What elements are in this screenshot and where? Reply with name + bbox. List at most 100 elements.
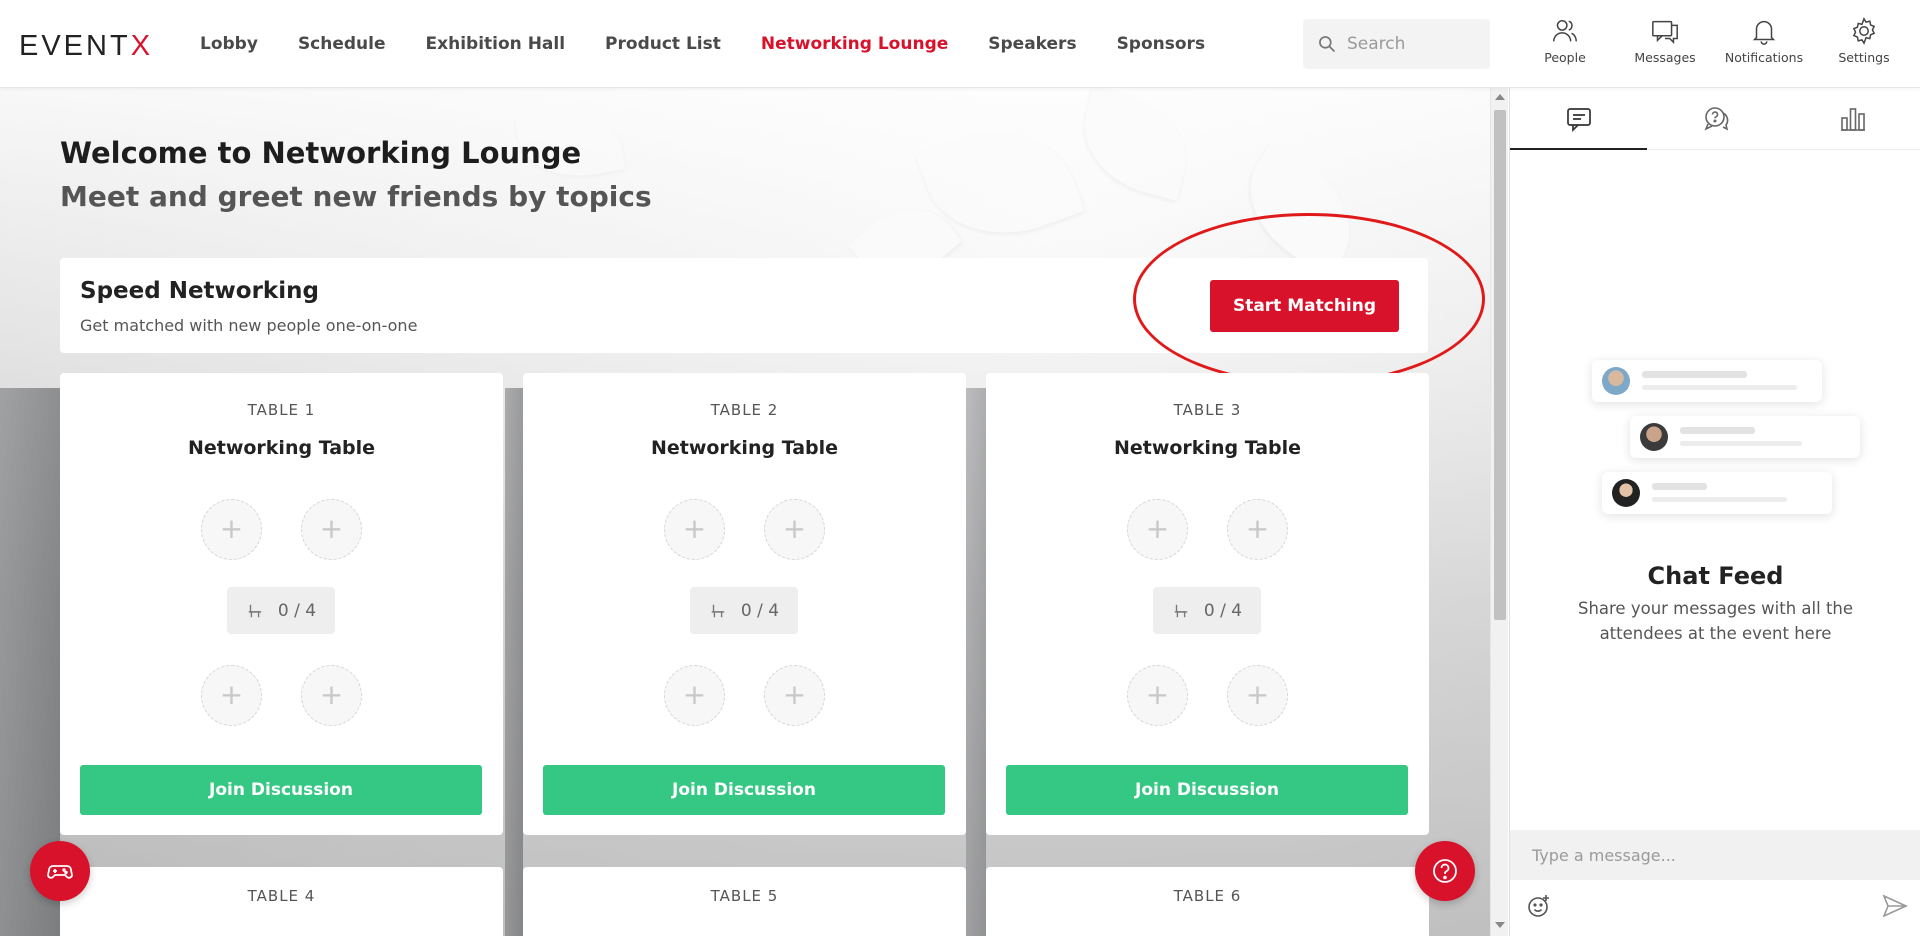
table-card-6: TABLE 6 [986,867,1429,936]
empty-seat[interactable]: + [301,665,362,726]
start-matching-button[interactable]: Start Matching [1210,280,1399,332]
table-card-5: TABLE 5 [523,867,966,936]
capacity-count: 0 / 4 [1203,600,1243,621]
empty-seat[interactable]: + [764,499,825,560]
tab-chat-feed[interactable] [1510,88,1647,150]
nav-item-networking-lounge[interactable]: Networking Lounge [761,34,948,54]
text-line-placeholder [1680,427,1755,434]
table-label: TABLE 4 [247,887,316,905]
people-icon [1553,19,1577,42]
empty-seat[interactable]: + [1127,665,1188,726]
notifications-label: Notifications [1724,50,1804,65]
nav-item-schedule[interactable]: Schedule [298,34,386,54]
logo-text: EVENT [19,30,131,62]
logo-accent: X [130,30,154,62]
emoji-icon[interactable] [1526,893,1552,919]
table-card-2: TABLE 2 Networking Table + + 0 / 4 + + J… [523,373,966,835]
table-capacity: 0 / 4 [1153,587,1261,634]
join-discussion-button[interactable]: Join Discussion [1006,765,1408,815]
send-icon[interactable] [1882,894,1908,918]
search-icon [1319,36,1336,53]
empty-seat[interactable]: + [664,499,725,560]
table-capacity: 0 / 4 [227,587,335,634]
empty-seat[interactable]: + [1227,665,1288,726]
table-capacity: 0 / 4 [690,587,798,634]
nav-item-sponsors[interactable]: Sponsors [1117,34,1206,54]
tab-questions[interactable] [1647,88,1784,149]
table-label: TABLE 5 [710,887,779,905]
nav-item-exhibition-hall[interactable]: Exhibition Hall [426,34,566,54]
capacity-count: 0 / 4 [277,600,317,621]
table-name: Networking Table [187,437,376,459]
people-label: People [1544,50,1586,65]
text-line-placeholder [1642,385,1797,390]
chat-sidebar: Chat Feed Share your messages with all t… [1509,88,1920,936]
avatar [1640,423,1668,451]
nav-item-speakers[interactable]: Speakers [988,34,1076,54]
join-discussion-button[interactable]: Join Discussion [80,765,482,815]
table-card-1: TABLE 1 Networking Table + + 0 / 4 + + J… [60,373,503,835]
table-label: TABLE 6 [1173,887,1242,905]
sidebar-tabs [1510,88,1920,150]
scroll-down-arrow[interactable] [1495,922,1505,928]
chat-feed-title: Chat Feed [1647,562,1784,590]
scrollbar-thumb[interactable] [1494,110,1506,620]
text-line-placeholder [1652,497,1787,502]
empty-seat[interactable]: + [1127,499,1188,560]
speed-networking-title: Speed Networking [80,278,319,304]
settings-button[interactable]: Settings [1814,16,1914,65]
table-card-3: TABLE 3 Networking Table + + 0 / 4 + + J… [986,373,1429,835]
eventx-logo[interactable]: EVENTX [19,30,153,63]
page-subtitle: Meet and greet new friends by topics [60,180,652,213]
bell-icon [1752,20,1776,45]
table-label: TABLE 3 [1173,401,1242,419]
avatar [1602,367,1630,395]
qa-icon [1703,106,1728,131]
nav-item-product-list[interactable]: Product List [605,34,721,54]
table-name: Networking Table [1113,437,1302,459]
chair-icon [1174,604,1188,617]
help-button[interactable] [1415,841,1475,901]
chair-icon [711,604,725,617]
background-decoration [505,388,523,936]
help-icon [1433,859,1457,883]
top-navigation-bar: EVENTX Lobby Schedule Exhibition Hall Pr… [0,0,1920,88]
message-placeholder-bubble [1602,472,1832,514]
messages-button[interactable]: Messages [1615,16,1715,65]
page-title: Welcome to Networking Lounge [60,136,582,170]
avatar [1612,479,1640,507]
nav-item-lobby[interactable]: Lobby [200,34,258,54]
table-label: TABLE 2 [710,401,779,419]
main-nav: Lobby Schedule Exhibition Hall Product L… [200,0,1245,88]
empty-seat[interactable]: + [201,665,262,726]
chair-icon [248,604,262,617]
empty-seat[interactable]: + [1227,499,1288,560]
poll-icon [1840,107,1865,131]
speed-networking-card: Speed Networking Get matched with new pe… [60,258,1428,353]
messages-icon [1652,20,1678,45]
chat-feed-icon [1566,107,1591,132]
search-input[interactable] [1347,34,1487,54]
scroll-up-arrow[interactable] [1495,94,1505,100]
tab-polls[interactable] [1784,88,1920,149]
message-placeholder-bubble [1592,360,1822,402]
chat-feed-description: Share your messages with all the attende… [1577,599,1854,643]
networking-lounge-content: Welcome to Networking Lounge Meet and gr… [0,88,1490,936]
empty-seat[interactable]: + [201,499,262,560]
messages-label: Messages [1634,50,1696,65]
message-input[interactable] [1510,830,1920,880]
people-button[interactable]: People [1515,16,1615,65]
speed-networking-subtitle: Get matched with new people one-on-one [80,316,418,335]
empty-seat[interactable]: + [664,665,725,726]
gamepad-icon [47,865,73,879]
text-line-placeholder [1652,483,1707,490]
text-line-placeholder [1680,441,1802,446]
empty-seat[interactable]: + [301,499,362,560]
settings-label: Settings [1838,50,1890,65]
notifications-button[interactable]: Notifications [1714,16,1814,65]
games-button[interactable] [30,841,90,901]
empty-seat[interactable]: + [764,665,825,726]
main-scrollbar[interactable] [1490,88,1508,936]
join-discussion-button[interactable]: Join Discussion [543,765,945,815]
chat-feed-illustration [1582,360,1862,530]
